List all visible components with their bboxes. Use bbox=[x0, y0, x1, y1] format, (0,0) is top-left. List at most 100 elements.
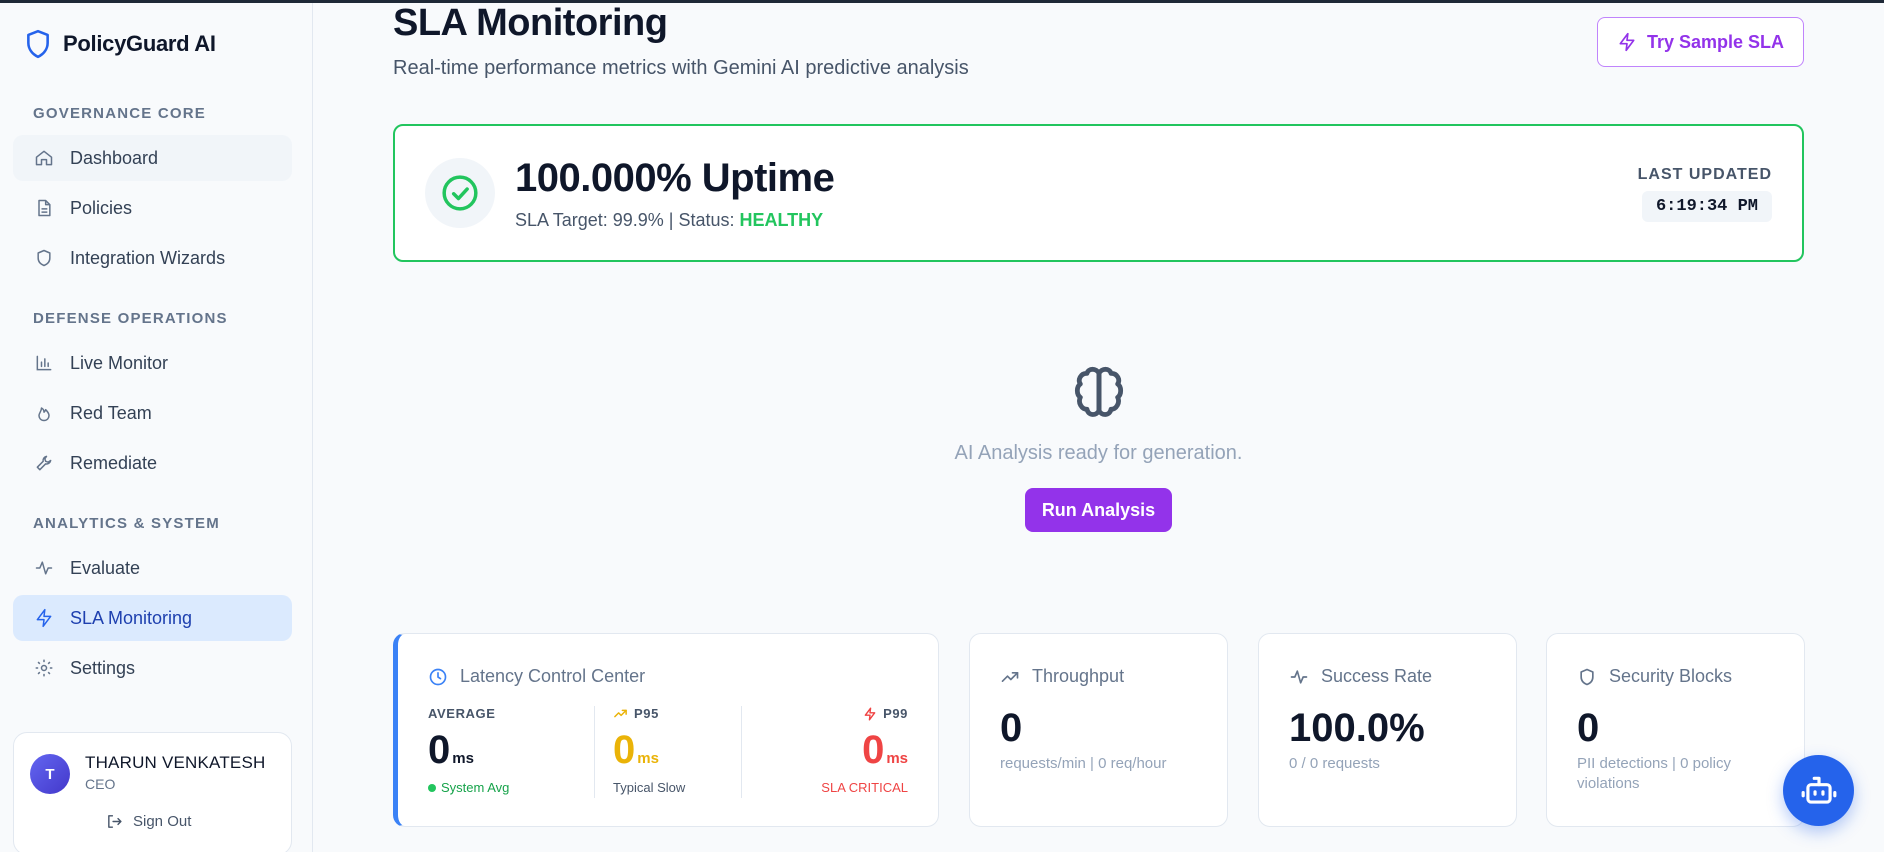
p99-label-text: P99 bbox=[883, 706, 908, 721]
sla-target-status: SLA Target: 99.9% | Status: HEALTHY bbox=[515, 210, 823, 231]
app-name: PolicyGuard AI bbox=[63, 31, 216, 56]
success-rate-header: Success Rate bbox=[1289, 666, 1432, 687]
check-circle-icon bbox=[425, 158, 495, 228]
ai-assistant-bot-button[interactable] bbox=[1783, 755, 1854, 826]
uptime-value: 100.000% Uptime bbox=[515, 156, 835, 200]
trending-up-icon bbox=[614, 709, 627, 718]
p99-label: P99 bbox=[863, 706, 908, 721]
success-rate-title: Success Rate bbox=[1321, 666, 1433, 686]
sidebar-item-label: Evaluate bbox=[70, 557, 141, 578]
sidebar-item-label: Dashboard bbox=[70, 147, 159, 168]
avatar[interactable]: T bbox=[30, 754, 70, 794]
brand[interactable]: PolicyGuard AI bbox=[25, 29, 216, 59]
latency-card-title: Latency Control Center bbox=[460, 666, 646, 686]
sign-out-button[interactable]: Sign Out bbox=[106, 813, 191, 830]
zap-icon bbox=[1619, 32, 1635, 52]
average-foot: System Avg bbox=[428, 780, 509, 795]
sidebar: PolicyGuard AI GOVERNANCE CORE Dashboard… bbox=[0, 3, 313, 852]
brain-icon bbox=[1074, 366, 1123, 417]
latency-card-header: Latency Control Center bbox=[428, 666, 645, 687]
sidebar-item-label: Red Team bbox=[70, 402, 152, 423]
uptime-status-card: 100.000% Uptime SLA Target: 99.9% | Stat… bbox=[393, 124, 1804, 262]
security-blocks-sub: PII detections | 0 policy violations bbox=[1577, 755, 1731, 793]
p99-unit: ms bbox=[886, 750, 908, 767]
average-unit: ms bbox=[452, 750, 474, 767]
sidebar-item-sla-monitoring[interactable]: SLA Monitoring bbox=[13, 595, 292, 641]
logout-icon bbox=[108, 815, 122, 828]
user-role: CEO bbox=[85, 776, 116, 792]
sidebar-item-label: Integration Wizards bbox=[70, 247, 226, 268]
last-updated-label: LAST UPDATED bbox=[1637, 166, 1772, 183]
throughput-sub: requests/min | 0 req/hour bbox=[1000, 755, 1167, 772]
bar-chart-icon bbox=[36, 355, 52, 371]
sidebar-item-label: Remediate bbox=[70, 452, 158, 473]
sidebar-item-evaluate[interactable]: Evaluate bbox=[13, 545, 292, 591]
try-sample-sla-label: Try Sample SLA bbox=[1646, 31, 1785, 52]
average-number: 0 bbox=[428, 728, 451, 772]
sidebar-item-dashboard[interactable]: Dashboard bbox=[13, 135, 292, 181]
run-analysis-button[interactable]: Run Analysis bbox=[1025, 488, 1172, 532]
security-blocks-value: 0 bbox=[1577, 706, 1600, 750]
sidebar-item-label: Policies bbox=[70, 197, 133, 218]
average-value: 0 ms bbox=[428, 730, 474, 770]
p95-unit: ms bbox=[637, 750, 659, 767]
latency-control-center-card: Latency Control Center AVERAGE 0 ms Syste… bbox=[393, 633, 939, 827]
p99-number: 0 bbox=[862, 728, 885, 772]
shield-icon bbox=[37, 249, 51, 267]
sidebar-item-integration-wizards[interactable]: Integration Wizards bbox=[13, 235, 292, 281]
security-blocks-header: Security Blocks bbox=[1577, 666, 1732, 687]
file-icon bbox=[38, 199, 51, 217]
success-rate-card: Success Rate 100.0% 0 / 0 requests bbox=[1258, 633, 1517, 827]
page-title: SLA Monitoring bbox=[393, 2, 668, 44]
ai-analysis-panel: AI Analysis ready for generation. bbox=[393, 360, 1804, 464]
shield-logo-icon bbox=[27, 29, 49, 59]
last-updated-time: 6:19:34 PM bbox=[1641, 191, 1772, 222]
success-rate-sub: 0 / 0 requests bbox=[1289, 755, 1380, 772]
throughput-title: Throughput bbox=[1032, 666, 1125, 686]
p95-number: 0 bbox=[613, 728, 636, 772]
success-rate-value: 100.0% bbox=[1289, 706, 1425, 750]
trending-up-icon bbox=[1001, 671, 1019, 682]
activity-icon bbox=[35, 561, 53, 575]
page-subtitle: Real-time performance metrics with Gemin… bbox=[393, 57, 969, 79]
p95-foot: Typical Slow bbox=[613, 780, 686, 795]
clock-icon bbox=[429, 668, 447, 685]
zap-icon bbox=[36, 608, 52, 628]
average-foot-text: System Avg bbox=[441, 780, 510, 795]
user-name: THARUN VENKATESH bbox=[85, 753, 266, 772]
gear-icon bbox=[35, 659, 53, 677]
sla-target-text: SLA Target: 99.9% | Status: bbox=[515, 210, 735, 230]
sidebar-item-label: Settings bbox=[70, 657, 136, 678]
metric-divider bbox=[741, 706, 742, 798]
ai-analysis-message: AI Analysis ready for generation. bbox=[954, 442, 1243, 464]
sidebar-item-label: SLA Monitoring bbox=[70, 607, 193, 628]
throughput-value: 0 bbox=[1000, 706, 1023, 750]
throughput-card: Throughput 0 requests/min | 0 req/hour bbox=[969, 633, 1228, 827]
sign-out-label: Sign Out bbox=[133, 813, 192, 830]
sidebar-item-settings[interactable]: Settings bbox=[13, 645, 292, 691]
status-dot bbox=[428, 783, 436, 792]
p99-value: 0 ms bbox=[862, 730, 908, 770]
wrench-icon bbox=[36, 455, 52, 471]
security-blocks-card: Security Blocks 0 PII detections | 0 pol… bbox=[1546, 633, 1805, 827]
sidebar-item-label: Live Monitor bbox=[70, 352, 169, 373]
metric-divider bbox=[594, 706, 595, 798]
sidebar-item-red-team[interactable]: Red Team bbox=[13, 390, 292, 436]
try-sample-sla-button[interactable]: Try Sample SLA bbox=[1597, 17, 1804, 67]
user-card: T THARUN VENKATESH CEO Sign Out bbox=[13, 732, 292, 852]
sidebar-item-remediate[interactable]: Remediate bbox=[13, 440, 292, 486]
sidebar-item-policies[interactable]: Policies bbox=[13, 185, 292, 231]
activity-icon bbox=[1290, 669, 1308, 684]
section-governance-core: GOVERNANCE CORE bbox=[33, 105, 207, 122]
p99-foot: SLA CRITICAL bbox=[821, 780, 908, 795]
p95-label: P95 bbox=[613, 706, 659, 721]
average-label: AVERAGE bbox=[428, 706, 496, 721]
shield-icon bbox=[1580, 668, 1594, 685]
section-defense-operations: DEFENSE OPERATIONS bbox=[33, 310, 228, 327]
home-icon bbox=[35, 150, 53, 166]
sidebar-item-live-monitor[interactable]: Live Monitor bbox=[13, 340, 292, 386]
zap-icon bbox=[864, 706, 876, 721]
flame-icon bbox=[38, 407, 50, 422]
p95-label-text: P95 bbox=[634, 706, 659, 721]
p95-value: 0 ms bbox=[613, 730, 659, 770]
